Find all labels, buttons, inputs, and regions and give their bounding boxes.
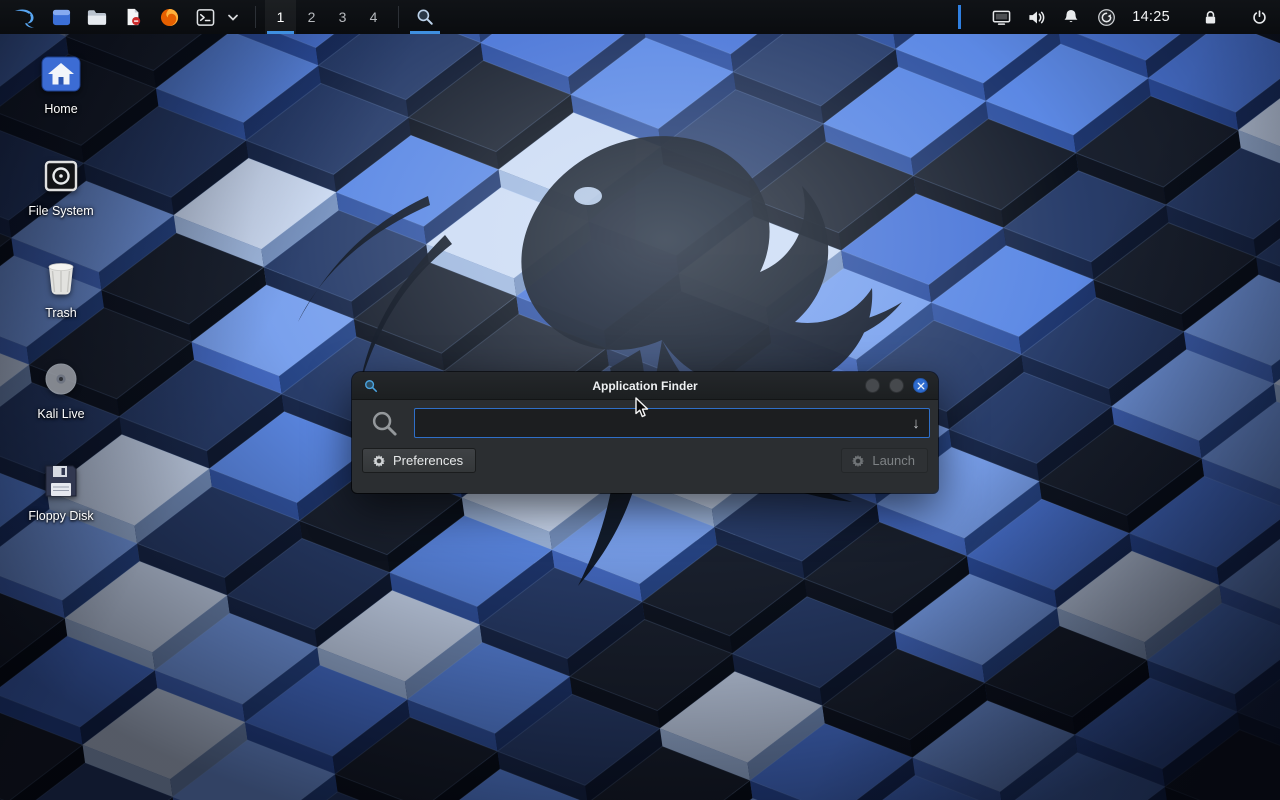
- desktop-icon-home[interactable]: Home: [14, 52, 108, 117]
- terminal-dropdown-button[interactable]: [226, 2, 240, 32]
- panel-separator: [398, 6, 399, 28]
- folder-launcher[interactable]: [82, 2, 112, 32]
- application-finder-icon: [364, 379, 378, 393]
- file-manager-launcher[interactable]: [46, 2, 76, 32]
- desktop-icon-floppy-disk[interactable]: Floppy Disk: [14, 459, 108, 524]
- desktop-icon-file-system[interactable]: File System: [14, 154, 108, 219]
- desktop-icon-label: Floppy Disk: [28, 510, 93, 524]
- workspace-4[interactable]: 4: [358, 0, 389, 34]
- chevron-down-icon: [228, 14, 238, 21]
- preferences-label: Preferences: [393, 453, 463, 468]
- workspace-2[interactable]: 2: [296, 0, 327, 34]
- close-icon: [917, 382, 925, 390]
- home-icon: [39, 52, 83, 96]
- preferences-button[interactable]: Preferences: [362, 448, 476, 473]
- firefox-launcher[interactable]: [154, 2, 184, 32]
- kali-logo-icon: [13, 5, 38, 30]
- close-button[interactable]: [913, 378, 928, 393]
- terminal-icon: [196, 8, 215, 27]
- titlebar[interactable]: Application Finder: [352, 372, 938, 400]
- search-input[interactable]: [414, 408, 930, 438]
- hard-disk-icon: [39, 154, 83, 198]
- firefox-icon: [160, 8, 179, 27]
- folder-icon: [87, 9, 107, 26]
- desktop-icon-kali-live[interactable]: Kali Live: [14, 357, 108, 422]
- system-monitor-graph[interactable]: [955, 5, 961, 29]
- history-dropdown-button[interactable]: ↓: [904, 409, 928, 437]
- desktop-icon-label: Trash: [45, 307, 77, 321]
- terminal-launcher[interactable]: [190, 2, 220, 32]
- text-editor-launcher[interactable]: [118, 2, 148, 32]
- file-manager-icon: [52, 8, 71, 27]
- window-title: Application Finder: [352, 379, 938, 393]
- magnifier-icon: [416, 8, 434, 26]
- notifications-tray-icon[interactable]: [1060, 4, 1082, 30]
- desktop-icon-column: Home File System Trash: [14, 52, 108, 524]
- desktop-icon-label: Home: [44, 103, 77, 117]
- search-icon: [370, 409, 399, 438]
- kali-menu-button[interactable]: [10, 2, 40, 32]
- power-icon[interactable]: [1248, 4, 1270, 30]
- maximize-button[interactable]: [889, 378, 904, 393]
- display-tray-icon[interactable]: [990, 4, 1012, 30]
- desktop: { "panel": { "workspaces": ["1", "2", "3…: [0, 0, 1280, 800]
- trash-icon: [39, 256, 83, 300]
- optical-disc-icon: [39, 357, 83, 401]
- floppy-disk-icon: [39, 459, 83, 503]
- desktop-icon-label: Kali Live: [37, 408, 84, 422]
- document-icon: [124, 8, 142, 26]
- clock[interactable]: 14:25: [1130, 9, 1172, 25]
- panel-separator: [255, 6, 256, 28]
- launch-label: Launch: [872, 453, 915, 468]
- launch-icon: [851, 454, 865, 468]
- workspace-1[interactable]: 1: [265, 0, 296, 34]
- application-finder-window: Application Finder: [352, 372, 938, 493]
- launch-button[interactable]: Launch: [841, 448, 928, 473]
- minimize-button[interactable]: [865, 378, 880, 393]
- updates-tray-icon[interactable]: [1095, 4, 1117, 30]
- workspace-switcher: 1 2 3 4: [265, 0, 389, 34]
- taskbar-application-finder[interactable]: [408, 0, 442, 34]
- screen-lock-icon[interactable]: [1199, 4, 1221, 30]
- desktop-icon-trash[interactable]: Trash: [14, 256, 108, 321]
- top-panel: 1 2 3 4: [0, 0, 1280, 34]
- workspace-3[interactable]: 3: [327, 0, 358, 34]
- desktop-icon-label: File System: [28, 205, 93, 219]
- gear-icon: [372, 454, 386, 468]
- volume-tray-icon[interactable]: [1025, 4, 1047, 30]
